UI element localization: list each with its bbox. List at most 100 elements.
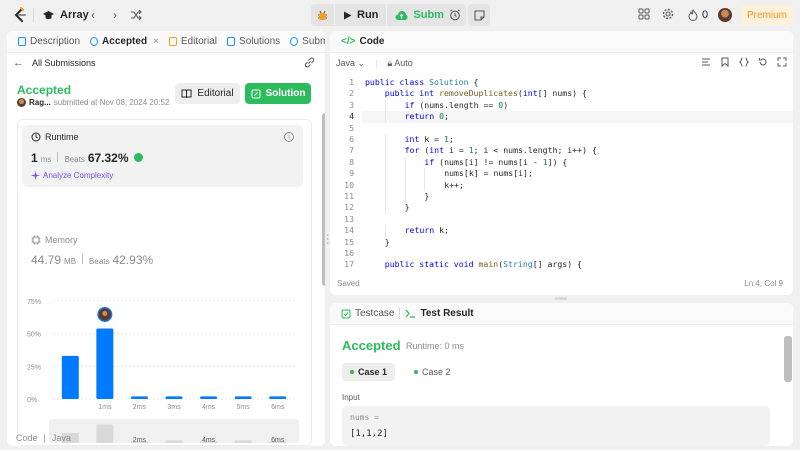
line-content: public int removeDuplicates(int[] nums) … <box>384 88 587 99</box>
analyze-complexity-label: Analyze Complexity <box>43 171 114 180</box>
submission-user[interactable]: Rag... <box>29 98 51 107</box>
line-number: 7 <box>349 145 354 156</box>
test-result-tab-label: Test Result <box>420 308 474 319</box>
sparkle-icon <box>31 171 40 180</box>
test-panel: Testcase Test Result Accepted Runtime: 0… <box>330 303 793 446</box>
line-content: public static void main(String[] args) { <box>384 259 582 270</box>
run-submit-group: Run Submit <box>311 4 459 26</box>
overview-label: 6ms <box>271 437 285 443</box>
memory-label-text: Memory <box>45 235 78 245</box>
line-number: 10 <box>344 179 354 190</box>
code-editor[interactable]: 1 public class Solution {2 public int remo… <box>330 76 793 276</box>
reset-icon[interactable] <box>758 57 768 67</box>
description-icon <box>18 37 26 46</box>
next-problem-icon[interactable]: › <box>113 8 117 22</box>
indent-guide <box>404 191 406 203</box>
editorial-button[interactable]: Editorial <box>175 83 240 104</box>
prev-problem-icon[interactable]: ‹ <box>91 8 95 22</box>
test-scrollbar[interactable] <box>784 336 792 382</box>
fire-icon <box>688 9 698 21</box>
tab-test-result[interactable]: Test Result <box>400 303 478 324</box>
note-icon <box>473 9 485 21</box>
indent-guide <box>404 156 406 169</box>
premium-button[interactable]: Premium <box>741 5 793 25</box>
leetcode-logo-icon[interactable] <box>12 7 28 23</box>
braces-icon[interactable] <box>739 57 749 67</box>
runtime-label-text: Runtime <box>45 132 79 142</box>
runtime-distribution-chart[interactable]: 75% 50% 25% 0% 1ms 2ms 3ms 4ms 5ms 6ms 2ms 4ms 6ms <box>27 293 307 443</box>
x-tick-label: 2ms <box>133 404 147 411</box>
tab-solutions[interactable]: Solutions <box>222 31 285 52</box>
streak-counter[interactable]: 0 <box>688 9 708 21</box>
x-tick-label: 3ms <box>167 404 181 411</box>
line-number: 6 <box>349 134 354 144</box>
panel-resize-handle[interactable] <box>326 232 329 246</box>
case-1-button[interactable]: Case 1 <box>342 363 396 381</box>
close-icon[interactable]: × <box>153 36 159 47</box>
pass-dot-icon <box>414 370 418 374</box>
memory-label[interactable]: Memory <box>31 235 78 245</box>
timer-button[interactable] <box>444 4 466 26</box>
all-submissions-label: All Submissions <box>32 58 96 68</box>
x-tick-label: 5ms <box>237 404 251 411</box>
editor-tools <box>701 57 787 67</box>
analyze-complexity-button[interactable]: Analyze Complexity <box>31 171 113 180</box>
expand-icon[interactable] <box>777 57 787 67</box>
auto-mode-toggle[interactable]: 🔒︎ Auto <box>387 58 412 69</box>
gear-icon[interactable] <box>662 8 674 20</box>
run-label: Run <box>357 9 379 21</box>
line-content: k++; <box>444 179 464 190</box>
line-content: int k = 1; <box>404 134 454 144</box>
indent-guide <box>384 111 386 123</box>
bookmark-icon[interactable] <box>720 57 730 67</box>
overview-background <box>49 419 299 443</box>
divider: | <box>43 433 46 443</box>
auto-mode-label: Auto <box>394 57 413 68</box>
case-2-button[interactable]: Case 2 <box>406 363 459 381</box>
line-number: 16 <box>344 248 354 258</box>
notes-button[interactable] <box>468 4 490 26</box>
tab-label: Description <box>30 36 81 47</box>
input-box: nums = [1,1,2] <box>342 406 770 446</box>
language-select[interactable]: Java ⌄ <box>336 58 365 69</box>
language-label: Java <box>336 57 356 68</box>
tab-accepted[interactable]: Accepted × <box>85 31 164 52</box>
code-brackets-icon: </> <box>341 36 356 47</box>
indent-guide <box>384 134 386 146</box>
tab-submissi[interactable]: Submissi <box>285 31 325 52</box>
line-number: 14 <box>344 225 354 236</box>
link-icon[interactable] <box>304 57 315 68</box>
tab-testcase[interactable]: Testcase <box>336 303 399 324</box>
left-scrollbar[interactable] <box>322 113 325 286</box>
case-1-label: Case 1 <box>358 367 388 377</box>
run-button[interactable]: Run <box>335 4 387 26</box>
solution-button[interactable]: Solution <box>245 83 311 104</box>
horizontal-resize-handle[interactable] <box>555 297 567 300</box>
divider <box>33 8 34 22</box>
play-icon <box>344 11 352 19</box>
problem-list-button[interactable]: Array <box>43 9 89 21</box>
tab-label: Submissi <box>302 36 325 47</box>
format-icon[interactable] <box>701 57 711 67</box>
info-icon[interactable]: i <box>284 132 294 142</box>
divider <box>57 152 59 162</box>
input-label: Input <box>342 393 360 402</box>
line-number: 13 <box>344 213 354 224</box>
shuffle-icon[interactable] <box>130 9 142 21</box>
memory-beats-label: Beats <box>89 257 110 266</box>
indent-guide <box>424 179 426 191</box>
indent-guide <box>384 145 386 157</box>
line-number: 2 <box>349 88 354 99</box>
user-avatar[interactable] <box>718 8 732 22</box>
debug-button[interactable] <box>311 4 334 26</box>
layout-grid-icon[interactable] <box>638 8 650 20</box>
top-bar: Array ‹ › Run Submit 0 Premium <box>0 0 800 30</box>
tab-editorial[interactable]: Editorial <box>164 31 222 52</box>
tab-description[interactable]: Description <box>13 31 85 52</box>
line-content: if (nums.length == 0) <box>404 99 509 110</box>
my-submission-avatar-face <box>102 310 108 316</box>
runtime-box[interactable]: Runtime i 1 ms Beats 67.32% Analyze Comp… <box>22 125 303 187</box>
tab-code[interactable]: </> Code <box>336 31 389 52</box>
all-submissions-link[interactable]: ← All Submissions <box>7 53 325 73</box>
runtime-beats-label: Beats <box>64 155 85 164</box>
